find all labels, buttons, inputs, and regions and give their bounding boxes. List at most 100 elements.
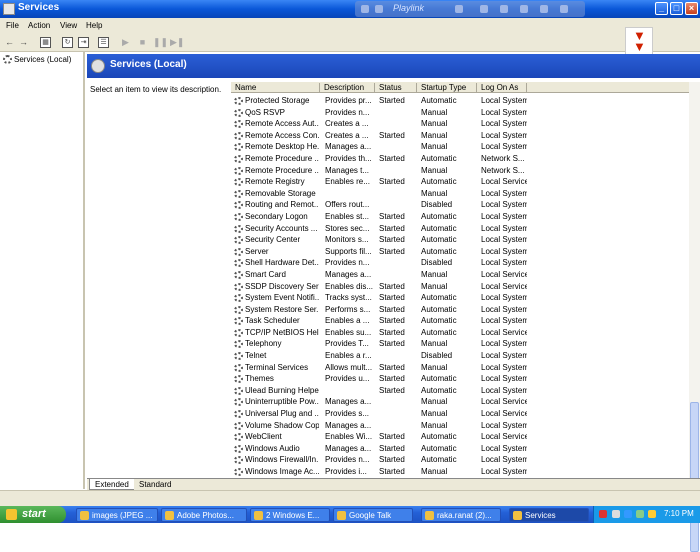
service-row[interactable]: Protected Storage Provides pr... Started Au… [231,95,689,107]
service-name-cell: Task Scheduler [245,316,300,326]
start-service-icon[interactable]: ▶ [120,37,131,48]
service-row[interactable]: Volume Shadow Copy Manages a... Manual Loca… [231,420,689,432]
service-row[interactable]: Smart Card Manages a... Manual Local Servic… [231,269,689,281]
service-row[interactable]: SSDP Discovery Ser... Enables dis... Start… [231,281,689,293]
minimize-button[interactable]: _ [655,2,668,15]
service-row[interactable]: System Event Notifi... Tracks syst... Star… [231,292,689,304]
service-row[interactable]: Remote Registry Enables re... Started Autom… [231,176,689,188]
service-row[interactable]: Shell Hardware Det... Provides n... Disabl… [231,257,689,269]
service-logon-cell: Local Service [481,409,527,419]
overlay-chat-icon[interactable] [500,5,508,13]
service-logon-cell: Local System [481,443,527,453]
forward-arrow-icon[interactable]: → [18,37,29,48]
tray-app-icon[interactable] [648,510,656,518]
overlay-camera-icon[interactable] [540,5,548,13]
tree-node-services-local[interactable]: Services (Local) [3,55,71,65]
task-explorer[interactable]: 2 Windows E... [250,508,330,522]
stop-service-icon[interactable]: ■ [137,37,148,48]
task-images[interactable]: images (JPEG ... [76,508,158,522]
column-status[interactable]: Status [375,83,417,93]
service-row[interactable]: Remote Procedure ... Manages t... Manual Ne… [231,165,689,177]
tray-bluetooth-icon[interactable] [624,510,632,518]
maximize-button[interactable]: □ [670,2,683,15]
service-name-cell: WebClient [245,432,282,442]
menu-help[interactable]: Help [86,21,102,30]
service-row[interactable]: Remote Procedure ... Provides th... Starte… [231,153,689,165]
overlay-play-icon[interactable] [375,5,383,13]
services-list: Name Description Status Startup Type Log… [231,82,689,478]
service-row[interactable]: Routing and Remot... Offers rout... Disabl… [231,199,689,211]
service-gear-icon [234,410,243,419]
show-hide-tree-icon[interactable]: ▦ [40,37,51,48]
tray-security-icon[interactable] [599,510,607,518]
service-row[interactable]: Telnet Enables a r... Disabled Local System [231,350,689,362]
service-gear-icon [234,421,243,430]
tab-standard[interactable]: Standard [134,479,177,490]
start-button[interactable]: start [0,506,66,523]
properties-icon[interactable]: ☰ [98,37,109,48]
tab-extended[interactable]: Extended [89,479,135,490]
overlay-back-icon[interactable] [361,5,369,13]
service-row[interactable]: Removable Storage Manual Local System [231,188,689,200]
task-services[interactable]: Services [509,508,589,522]
overlay-settings-icon[interactable] [560,5,568,13]
service-row[interactable]: Telephony Provides T... Started Manual Local… [231,338,689,350]
service-desc-cell: Provides u... [325,374,370,384]
clock[interactable]: 7:10 PM [664,509,694,518]
column-log-on-as[interactable]: Log On As [477,83,527,93]
service-row[interactable]: QoS RSVP Provides n... Manual Local System [231,107,689,119]
overlay-hand-icon[interactable] [480,5,488,13]
restart-service-icon[interactable]: ▶❚ [170,37,184,48]
service-row[interactable]: WebClient Enables Wi... Started Automatic Lo… [231,431,689,443]
overlay-mail-icon[interactable] [520,5,528,13]
task-label: raka.ranat (2)... [437,511,492,520]
export-list-icon[interactable]: ⇥ [78,37,89,48]
service-row[interactable]: TCP/IP NetBIOS Hel... Enables su... Starte… [231,327,689,339]
service-row[interactable]: Terminal Services Allows mult... Started Ma… [231,362,689,374]
service-row[interactable]: Uninterruptible Pow... Manages a... Manual… [231,396,689,408]
pause-service-icon[interactable]: ❚❚ [153,37,168,48]
menu-action[interactable]: Action [28,21,50,30]
column-description[interactable]: Description [320,83,375,93]
back-arrow-icon[interactable]: ← [4,37,15,48]
column-headers: Name Description Status Startup Type Log… [231,82,689,93]
service-status-cell: Started [379,153,405,163]
service-startup-cell: Automatic [421,374,457,384]
service-row[interactable]: Server Supports fil... Started Automatic Loc… [231,246,689,258]
download-arrow-icon[interactable]: ▼ ▼ [625,27,653,55]
service-row[interactable]: Windows Image Ac... Provides i... Started M… [231,466,689,478]
service-startup-cell: Automatic [421,96,457,105]
service-row[interactable]: Task Scheduler Enables a ... Started Automa… [231,315,689,327]
service-row[interactable]: System Restore Ser... Performs s... Starte… [231,304,689,316]
column-startup-type[interactable]: Startup Type [417,83,477,93]
service-row[interactable]: Remote Access Aut... Creates a ... Manual L… [231,118,689,130]
service-row[interactable]: Remote Access Con... Creates a ... Started… [231,130,689,142]
service-row[interactable]: Security Center Monitors s... Started Autom… [231,234,689,246]
service-row[interactable]: Security Accounts ... Stores sec... Starte… [231,223,689,235]
service-row[interactable]: Secondary Logon Enables st... Started Autom… [231,211,689,223]
service-row[interactable]: Remote Desktop He... Manages a... Manual Lo… [231,141,689,153]
task-google-talk[interactable]: Google Talk [333,508,413,522]
service-row[interactable]: Windows Audio Manages a... Started Automati… [231,443,689,455]
folder-icon [254,511,263,520]
service-row[interactable]: Universal Plug and ... Provides s... Manua… [231,408,689,420]
menu-file[interactable]: File [6,21,19,30]
task-label: 2 Windows E... [266,511,320,520]
service-status-cell: Started [379,339,405,349]
column-name[interactable]: Name [231,83,320,93]
refresh-icon[interactable]: ↻ [62,37,73,48]
console-tree: Services (Local) [0,52,85,489]
overlay-folder-icon[interactable] [455,5,463,13]
service-row[interactable]: Windows Firewall/In... Provides n... Start… [231,454,689,466]
vertical-scrollbar[interactable] [689,82,700,552]
service-row[interactable]: Themes Provides u... Started Automatic Local… [231,373,689,385]
task-photoshop[interactable]: Adobe Photos... [161,508,247,522]
tray-volume-icon[interactable] [636,510,644,518]
tray-network-icon[interactable] [612,510,620,518]
task-chat-window[interactable]: raka.ranat (2)... [421,508,501,522]
service-row[interactable]: Ulead Burning Helper Started Automatic Loca… [231,385,689,397]
close-button[interactable]: × [685,2,698,15]
scrollbar-thumb[interactable] [690,402,699,552]
playlink-overlay[interactable]: Playlink [355,1,585,17]
menu-view[interactable]: View [60,21,77,30]
